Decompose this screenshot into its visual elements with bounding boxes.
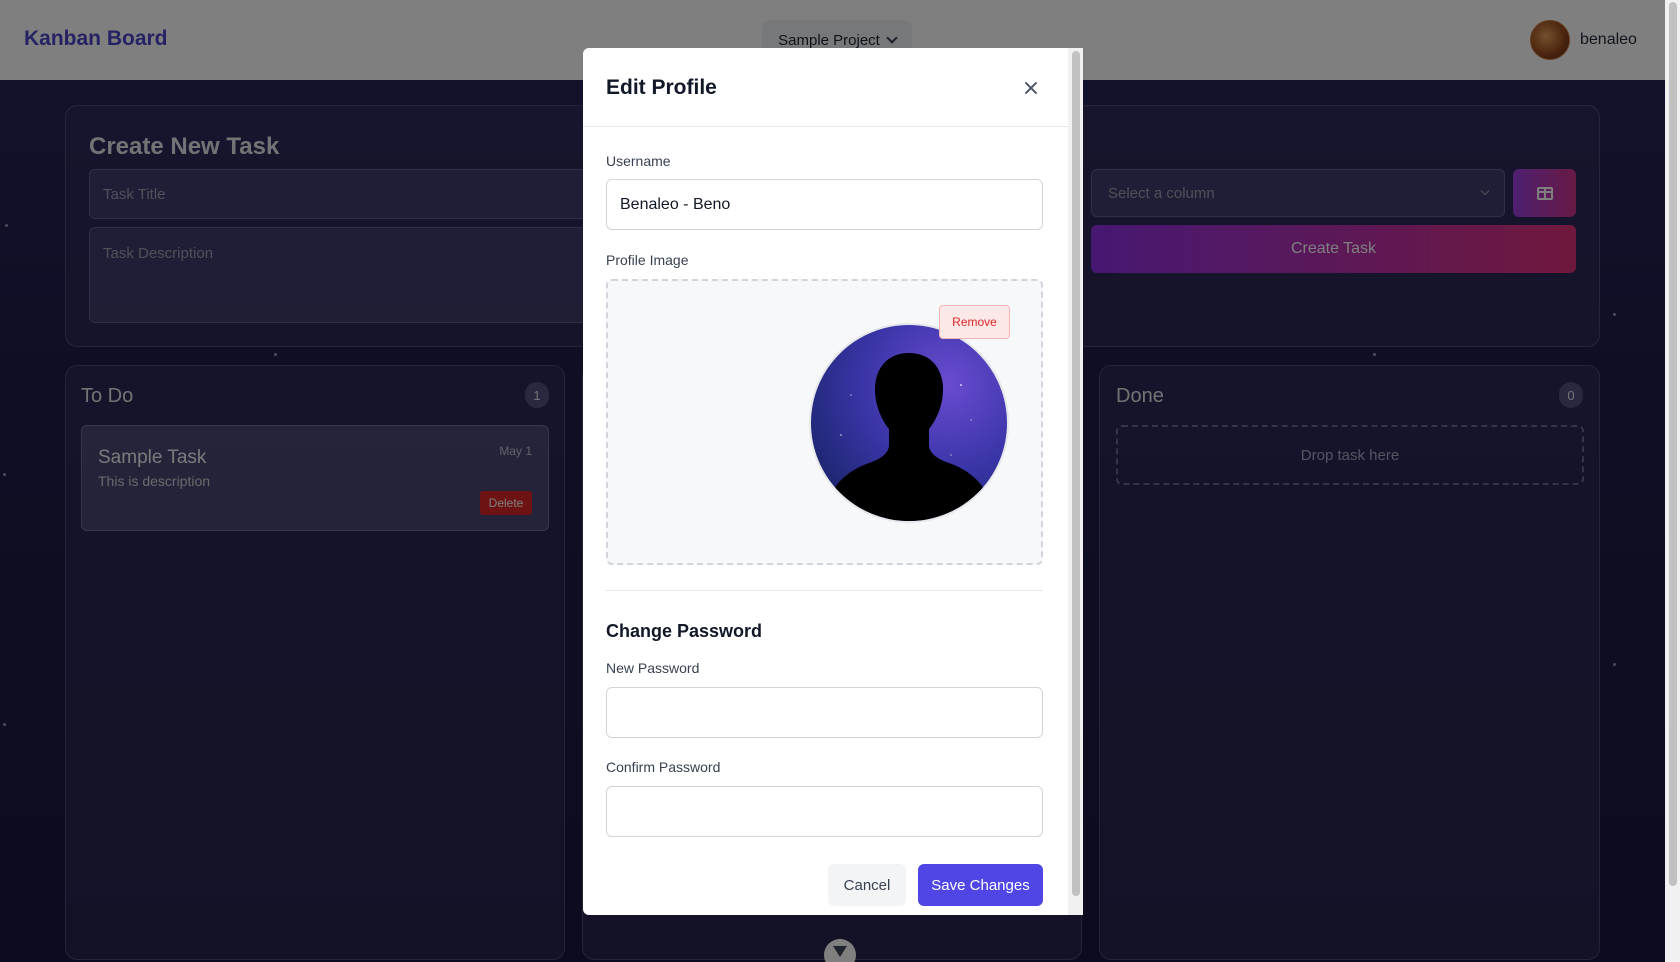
username-label: Username [606,153,671,169]
profile-image-preview [809,323,1009,523]
close-button[interactable] [1019,76,1043,100]
cancel-button[interactable]: Cancel [828,864,906,906]
section-divider [606,590,1043,591]
modal-title: Edit Profile [606,76,717,99]
username-input[interactable] [606,179,1043,230]
person-silhouette-icon [811,325,1007,521]
close-icon [1024,81,1038,95]
profile-image-label: Profile Image [606,252,689,268]
edit-profile-modal: Edit Profile Username Profile Image [583,48,1083,915]
profile-image-dropzone[interactable]: Remove [606,279,1043,565]
change-password-title: Change Password [606,621,763,641]
confirm-password-input[interactable] [606,786,1043,837]
page-scrollbar-thumb[interactable] [1669,2,1677,886]
save-changes-button[interactable]: Save Changes [918,864,1043,906]
confirm-password-label: Confirm Password [606,759,721,775]
modal-header: Edit Profile [583,48,1068,127]
remove-image-button[interactable]: Remove [939,305,1010,339]
new-password-input[interactable] [606,687,1043,738]
modal-scrollbar-thumb[interactable] [1072,51,1080,896]
new-password-label: New Password [606,660,700,676]
